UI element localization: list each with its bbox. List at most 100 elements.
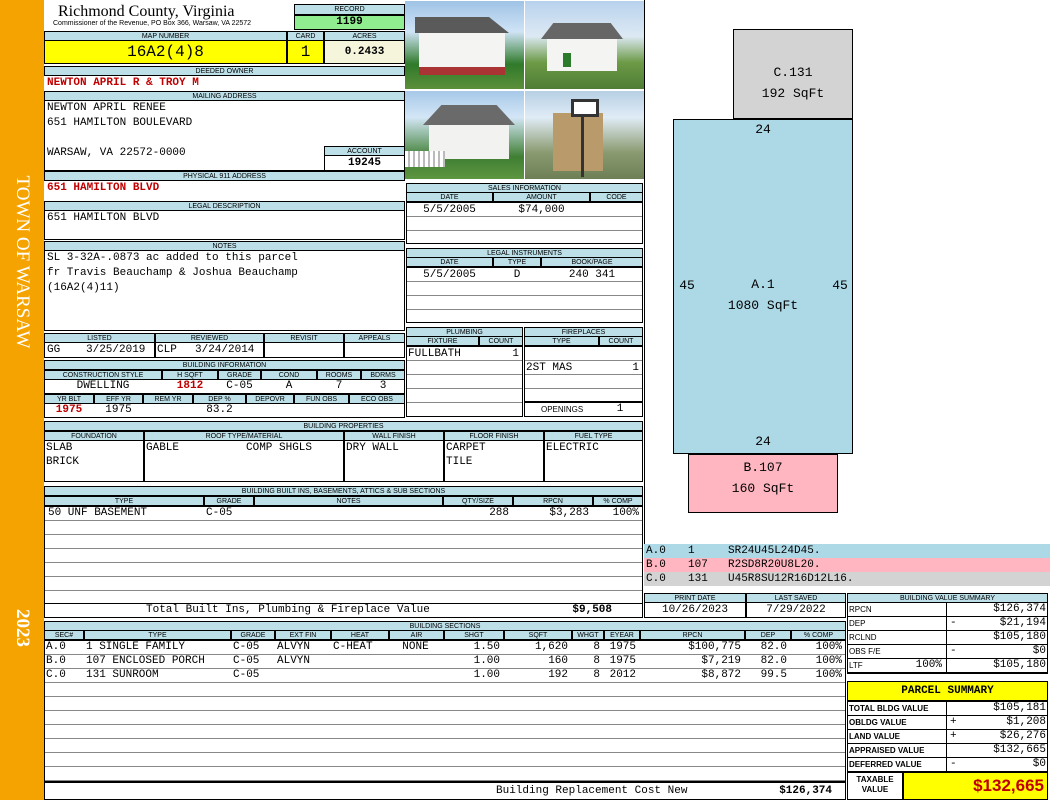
bvs-rpcn: $126,374 xyxy=(993,603,1046,615)
sale-date: 5/5/2005 xyxy=(423,204,476,216)
house-photo-side xyxy=(405,91,524,179)
openings-label: OPENINGS xyxy=(541,405,584,414)
sec-ext-fin: ALVYN xyxy=(277,655,311,667)
builtins-header: BUILDING BUILT INS, BASEMENTS, ATTICS & … xyxy=(44,486,643,496)
building-rooms: 7 xyxy=(335,380,343,392)
sec-whgt: 8 xyxy=(593,669,600,681)
legal-description: 651 HAMILTON BLVD xyxy=(47,212,160,224)
shed-photo xyxy=(525,91,644,179)
sec-eyear: 2012 xyxy=(609,669,636,681)
listed-by: GG xyxy=(47,344,61,356)
legend-c-path: U45R8SU12R16D12L16. xyxy=(728,573,854,585)
section-b-area: 160 SqFt xyxy=(731,481,795,496)
commissioner-line: Commissioner of the Revenue, PO Box 366,… xyxy=(53,20,252,27)
bi-rpcn-header: RPCN xyxy=(513,496,593,506)
bvs-obs: $0 xyxy=(1032,645,1046,657)
note-line-1: SL 3-32A-.0873 ac added to this parcel xyxy=(47,252,298,264)
deeded-owner-header: DEEDED OWNER xyxy=(44,66,405,76)
sec-whgt: 8 xyxy=(593,655,600,667)
land-value: $26,276 xyxy=(999,730,1046,742)
properties-header: BUILDING PROPERTIES xyxy=(44,421,643,431)
sales-code-header: CODE xyxy=(590,192,643,202)
bvs-rpcn-label: RPCN xyxy=(849,605,872,614)
deeded-owner: NEWTON APRIL R & TROY M xyxy=(47,77,199,89)
sec-id-header: SEC# xyxy=(44,630,84,640)
roof-type: GABLE xyxy=(146,442,180,454)
foundation-1: SLAB xyxy=(46,442,73,454)
reviewed-date: 3/24/2014 xyxy=(195,344,255,356)
deferred-value: $0 xyxy=(1032,758,1046,770)
listed-date: 3/25/2019 xyxy=(86,344,146,356)
sec-sqft: 192 xyxy=(548,669,568,681)
sec-type-header: TYPE xyxy=(84,630,231,640)
sec-grade-header: GRADE xyxy=(231,630,275,640)
sections-column-headers: SEC# TYPE GRADE EXT FIN HEAT AIR SHGT SQFT WHGT E… xyxy=(44,630,846,640)
side-band xyxy=(0,0,44,800)
note-line-3: (16A2(4)11) xyxy=(47,282,120,294)
replacement-row xyxy=(44,782,846,800)
section-b-label: B.107 xyxy=(743,460,783,475)
land-label: LAND VALUE xyxy=(849,732,900,741)
bi-comp: 100% xyxy=(612,507,639,519)
sec-id: C.0 xyxy=(46,669,66,681)
instr-type-header: TYPE xyxy=(493,257,541,267)
bvs-divider xyxy=(946,602,947,674)
instr-type: D xyxy=(513,269,521,281)
sec-rpcn: $7,219 xyxy=(701,655,741,667)
floor-finish-1: CARPET xyxy=(446,442,486,454)
legend-row-a xyxy=(644,544,1050,558)
sec-ext-fin: ALVYN xyxy=(277,641,311,653)
bvs-obs-label: OBS F/E xyxy=(849,647,881,656)
bi-grade: C-05 xyxy=(206,507,233,519)
builtins-table xyxy=(44,506,643,604)
sec-rpcn-header: RPCN xyxy=(640,630,745,640)
sec-type: 131 SUNROOM xyxy=(86,669,159,681)
sec-grade: C-05 xyxy=(233,655,260,667)
section-c-area: 192 SqFt xyxy=(761,86,825,101)
builtins-total-label: Total Built Ins, Plumbing & Fireplace Va… xyxy=(146,604,430,616)
sec-whgt: 8 xyxy=(593,641,600,653)
heated-sqft: 1812 xyxy=(176,380,204,392)
bvs-ltf-label: LTF xyxy=(849,661,863,670)
building-bdrms: 3 xyxy=(379,380,387,392)
sales-date-header: DATE xyxy=(406,192,493,202)
house-photo-front-angle xyxy=(525,1,644,89)
building-grade: C-05 xyxy=(226,380,253,392)
physical-address: 651 HAMILTON BLVD xyxy=(47,182,160,194)
fp-type-header: TYPE xyxy=(524,336,599,346)
tbv-label: TOTAL BLDG VALUE xyxy=(849,704,929,713)
sec-eyear: 1975 xyxy=(609,655,636,667)
sec-eyear-header: EYEAR xyxy=(604,630,640,640)
last-saved: 7/29/2022 xyxy=(766,604,826,616)
parcel-divider xyxy=(946,701,947,772)
sec-shgt: 1.50 xyxy=(473,641,500,653)
sec-rpcn: $100,775 xyxy=(688,641,741,653)
legend-a-code: 1 xyxy=(688,545,695,557)
sec-comp: 100% xyxy=(815,669,842,681)
dimension-left: 45 xyxy=(679,278,695,293)
section-row: C.0 131 SUNROOM C-05 1.00 192 8 2012 $8,872 99.5… xyxy=(44,669,846,683)
sec-heat: C-HEAT xyxy=(333,641,373,653)
fireplace-count: 1 xyxy=(632,362,639,374)
sec-air-header: AIR xyxy=(389,630,444,640)
plumb-count-header: COUNT xyxy=(479,336,523,346)
sec-grade: C-05 xyxy=(233,669,260,681)
mailing-line-2: 651 HAMILTON BOULEVARD xyxy=(47,117,193,129)
year-built: 1975 xyxy=(55,404,83,416)
physical-header: PHYSICAL 911 ADDRESS xyxy=(44,171,405,181)
sec-rpcn: $8,872 xyxy=(701,669,741,681)
bvs-ltf: $105,180 xyxy=(993,659,1046,671)
reviewed-by: CLP xyxy=(157,344,177,356)
replacement-label: Building Replacement Cost New xyxy=(496,785,688,797)
sec-type: 1 SINGLE FAMILY xyxy=(86,641,186,653)
acres-value: 0.2433 xyxy=(324,40,405,64)
map-number: 16A2(4)8 xyxy=(44,40,287,64)
bi-comp-header: % COMP xyxy=(593,496,643,506)
legend-a-id: A.0 xyxy=(646,545,666,557)
legend-b-path: R2SD8R20U8L20. xyxy=(728,559,821,571)
taxable-label-2: VALUE xyxy=(861,785,889,794)
record-header: RECORD xyxy=(294,4,405,15)
bi-type: 50 UNF BASEMENT xyxy=(48,507,148,519)
sec-id: A.0 xyxy=(46,641,66,653)
total-building-value: $105,181 xyxy=(993,702,1046,714)
